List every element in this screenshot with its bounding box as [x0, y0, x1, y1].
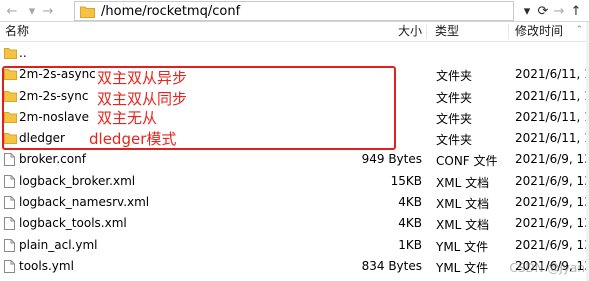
- file-modified: 2021/6/11, 1(: [515, 109, 589, 124]
- folder-icon: [4, 48, 17, 59]
- table-row[interactable]: tools.yml 834 Bytes YML 文件 2021/6/9, 13: [0, 256, 589, 277]
- file-modified: 2021/6/11, 1(: [515, 67, 589, 82]
- file-size: 834 Bytes: [361, 258, 422, 273]
- back-arrow-icon[interactable]: ←: [2, 1, 22, 21]
- file-icon: [4, 238, 15, 252]
- folder-icon: [80, 6, 95, 18]
- path-field[interactable]: /home/rocketmq/conf: [74, 1, 514, 21]
- column-header: 名称 大小 类型 修改时间 ⌃: [0, 22, 589, 42]
- column-divider[interactable]: [426, 24, 427, 39]
- sort-up-icon: ⌃: [575, 25, 583, 35]
- folder-icon: [4, 69, 17, 81]
- table-row[interactable]: broker.conf 949 Bytes CONF 文件 2021/6/9, …: [0, 149, 589, 170]
- file-type: XML 文档: [436, 197, 490, 212]
- file-icon: [4, 153, 15, 167]
- file-name: plain_acl.yml: [19, 237, 98, 252]
- path-text: /home/rocketmq/conf: [101, 4, 241, 19]
- file-size: 949 Bytes: [361, 152, 422, 167]
- annotation-label: 双主无从: [97, 109, 158, 127]
- file-modified: 2021/6/9, 13: [515, 237, 589, 252]
- file-name: ..: [19, 46, 27, 60]
- file-name: 2m-noslave: [19, 109, 90, 124]
- folder-icon: [4, 90, 17, 102]
- file-name: logback_namesrv.xml: [19, 195, 150, 210]
- file-name: 2m-2s-sync: [19, 88, 89, 103]
- file-modified: 2021/6/9, 13: [515, 195, 589, 210]
- file-name: dledger: [19, 131, 65, 146]
- folder-icon: [4, 133, 17, 145]
- file-modified: 2021/6/11, 1(: [515, 131, 589, 146]
- table-row[interactable]: ..: [0, 43, 589, 64]
- file-size: 1KB: [398, 237, 422, 252]
- table-row[interactable]: 2m-noslave 文件夹 2021/6/11, 1(: [0, 107, 589, 128]
- forward-arrow-icon[interactable]: →: [38, 1, 58, 21]
- file-type: 文件夹: [436, 111, 473, 126]
- file-type: XML 文档: [436, 218, 490, 233]
- file-icon: [4, 217, 15, 231]
- file-name: broker.conf: [19, 152, 86, 167]
- table-row[interactable]: logback_tools.xml 4KB XML 文档 2021/6/9, 1…: [0, 213, 589, 234]
- file-size: 4KB: [398, 216, 422, 231]
- file-modified: 2021/6/9, 13: [515, 216, 589, 231]
- file-type: XML 文档: [436, 175, 490, 190]
- file-modified: 2021/6/9, 13: [515, 152, 589, 167]
- column-modified[interactable]: 修改时间: [515, 22, 563, 41]
- file-list: .. 2m-2s-async 文件夹 2021/6/11, 1( 2m-2s-s…: [0, 43, 589, 277]
- column-type[interactable]: 类型: [435, 22, 459, 41]
- table-row[interactable]: 2m-2s-async 文件夹 2021/6/11, 1(: [0, 64, 589, 85]
- file-modified: 2021/6/9, 13: [515, 173, 589, 188]
- file-type: YML 文件: [436, 239, 489, 254]
- column-name[interactable]: 名称: [5, 22, 29, 41]
- table-row[interactable]: logback_namesrv.xml 4KB XML 文档 2021/6/9,…: [0, 192, 589, 213]
- up-arrow-icon[interactable]: ↑: [566, 1, 586, 21]
- file-type: CONF 文件: [436, 154, 498, 169]
- file-name: 2m-2s-async: [19, 67, 96, 82]
- file-modified: 2021/6/11, 1(: [515, 88, 589, 103]
- file-icon: [4, 259, 15, 273]
- annotation-label: 双主双从同步: [97, 90, 188, 108]
- file-size: 15KB: [390, 173, 422, 188]
- file-size: 4KB: [398, 195, 422, 210]
- file-icon: [4, 196, 15, 210]
- file-name: tools.yml: [19, 258, 74, 273]
- column-size[interactable]: 大小: [398, 22, 422, 41]
- annotation-label: dledger模式: [89, 130, 177, 148]
- file-name: logback_broker.xml: [19, 173, 136, 188]
- file-type: 文件夹: [436, 133, 473, 148]
- file-type: 文件夹: [436, 90, 473, 105]
- table-row[interactable]: plain_acl.yml 1KB YML 文件 2021/6/9, 13: [0, 235, 589, 256]
- column-divider[interactable]: [508, 24, 509, 39]
- folder-icon: [4, 111, 17, 123]
- table-row[interactable]: logback_broker.xml 15KB XML 文档 2021/6/9,…: [0, 171, 589, 192]
- table-row[interactable]: 2m-2s-sync 文件夹 2021/6/11, 1(: [0, 86, 589, 107]
- address-bar: ← ▾ → /home/rocketmq/conf ▾ ⟳ → ↑: [0, 0, 589, 22]
- watermark: CSDN @Jyan: [509, 261, 585, 275]
- file-type: YML 文件: [436, 260, 489, 275]
- file-name: logback_tools.xml: [19, 216, 127, 231]
- file-type: 文件夹: [436, 69, 473, 84]
- file-icon: [4, 174, 15, 188]
- annotation-label: 双主双从异步: [97, 69, 188, 87]
